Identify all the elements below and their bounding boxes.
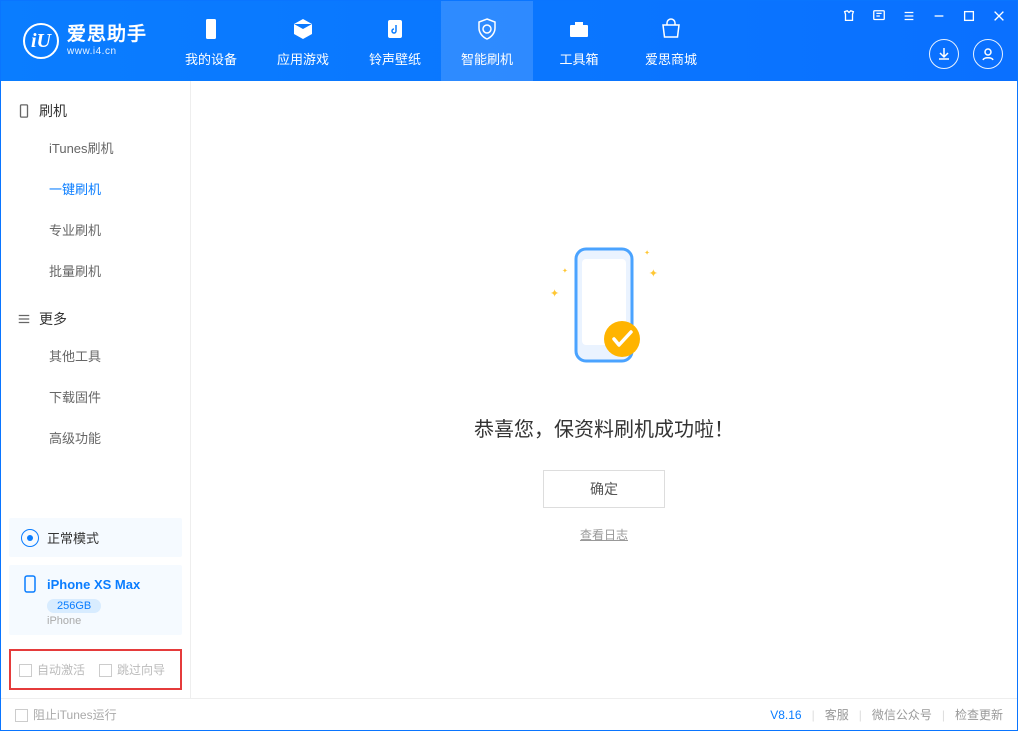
app-subtitle: www.i4.cn bbox=[67, 46, 147, 58]
list-icon bbox=[17, 312, 31, 326]
app-title: 爱思助手 bbox=[67, 24, 147, 46]
main-content: ✦ ✦ ✦ ✦ 恭喜您，保资料刷机成功啦！ 确定 查看日志 bbox=[191, 81, 1017, 698]
tab-apps-games[interactable]: 应用游戏 bbox=[257, 1, 349, 81]
wechat-link[interactable]: 微信公众号 bbox=[872, 706, 932, 723]
sidebar-item-download-firmware[interactable]: 下载固件 bbox=[1, 376, 190, 417]
titlebar: iU 爱思助手 www.i4.cn 我的设备 应用游戏 铃声壁纸 智能刷机 工具… bbox=[1, 1, 1017, 81]
tab-my-device[interactable]: 我的设备 bbox=[165, 1, 257, 81]
maximize-button[interactable] bbox=[959, 6, 979, 26]
app-logo: iU 爱思助手 www.i4.cn bbox=[1, 23, 165, 59]
auto-activate-checkbox[interactable]: 自动激活 bbox=[19, 661, 85, 678]
phone-outline-icon bbox=[21, 575, 39, 593]
window-controls bbox=[839, 6, 1009, 26]
tab-smart-flash[interactable]: 智能刷机 bbox=[441, 1, 533, 81]
statusbar: 阻止iTunes运行 V8.16 | 客服 | 微信公众号 | 检查更新 bbox=[1, 698, 1017, 730]
device-mode-label: 正常模式 bbox=[47, 528, 99, 547]
shirt-icon[interactable] bbox=[839, 6, 859, 26]
sidebar-group-flash: 刷机 iTunes刷机 一键刷机 专业刷机 批量刷机 bbox=[1, 89, 190, 297]
block-itunes-checkbox[interactable]: 阻止iTunes运行 bbox=[15, 706, 117, 723]
shield-sync-icon bbox=[475, 15, 499, 43]
device-mode-panel[interactable]: 正常模式 bbox=[9, 518, 182, 557]
flash-options-highlight: 自动激活 跳过向导 bbox=[9, 649, 182, 690]
sidebar: 刷机 iTunes刷机 一键刷机 专业刷机 批量刷机 更多 其他工具 下载固件 … bbox=[1, 81, 191, 698]
check-update-link[interactable]: 检查更新 bbox=[955, 706, 1003, 723]
support-link[interactable]: 客服 bbox=[825, 706, 849, 723]
skip-guide-checkbox[interactable]: 跳过向导 bbox=[99, 661, 165, 678]
header-actions bbox=[929, 39, 1003, 69]
store-icon bbox=[659, 15, 683, 43]
success-illustration: ✦ ✦ ✦ ✦ bbox=[544, 237, 664, 387]
group-title-flash: 刷机 bbox=[1, 101, 190, 127]
toolbox-icon bbox=[567, 15, 591, 43]
sidebar-item-advanced[interactable]: 高级功能 bbox=[1, 417, 190, 458]
sidebar-item-pro-flash[interactable]: 专业刷机 bbox=[1, 209, 190, 250]
minimize-button[interactable] bbox=[929, 6, 949, 26]
storage-badge: 256GB bbox=[47, 599, 101, 613]
sidebar-item-oneclick-flash[interactable]: 一键刷机 bbox=[1, 168, 190, 209]
group-title-more: 更多 bbox=[1, 309, 190, 335]
close-button[interactable] bbox=[989, 6, 1009, 26]
sidebar-item-itunes-flash[interactable]: iTunes刷机 bbox=[1, 127, 190, 168]
sidebar-item-other-tools[interactable]: 其他工具 bbox=[1, 335, 190, 376]
device-icon bbox=[17, 104, 31, 118]
device-type: iPhone bbox=[47, 615, 170, 627]
music-file-icon bbox=[383, 15, 407, 43]
account-button[interactable] bbox=[973, 39, 1003, 69]
sidebar-item-batch-flash[interactable]: 批量刷机 bbox=[1, 250, 190, 291]
success-message: 恭喜您，保资料刷机成功啦！ bbox=[474, 413, 734, 442]
phone-icon bbox=[199, 15, 223, 43]
sidebar-group-more: 更多 其他工具 下载固件 高级功能 bbox=[1, 297, 190, 464]
device-name: iPhone XS Max bbox=[47, 577, 140, 592]
cube-icon bbox=[291, 15, 315, 43]
tab-toolbox[interactable]: 工具箱 bbox=[533, 1, 625, 81]
menu-icon[interactable] bbox=[899, 6, 919, 26]
tab-ringtone-wallpaper[interactable]: 铃声壁纸 bbox=[349, 1, 441, 81]
tab-store[interactable]: 爱思商城 bbox=[625, 1, 717, 81]
logo-icon: iU bbox=[23, 23, 59, 59]
view-log-link[interactable]: 查看日志 bbox=[580, 526, 628, 543]
version-label: V8.16 bbox=[770, 708, 801, 722]
main-tabs: 我的设备 应用游戏 铃声壁纸 智能刷机 工具箱 爱思商城 bbox=[165, 1, 717, 81]
download-button[interactable] bbox=[929, 39, 959, 69]
mode-indicator-icon bbox=[21, 529, 39, 547]
confirm-button[interactable]: 确定 bbox=[543, 470, 665, 508]
feedback-icon[interactable] bbox=[869, 6, 889, 26]
device-info-panel[interactable]: iPhone XS Max 256GB iPhone bbox=[9, 565, 182, 635]
